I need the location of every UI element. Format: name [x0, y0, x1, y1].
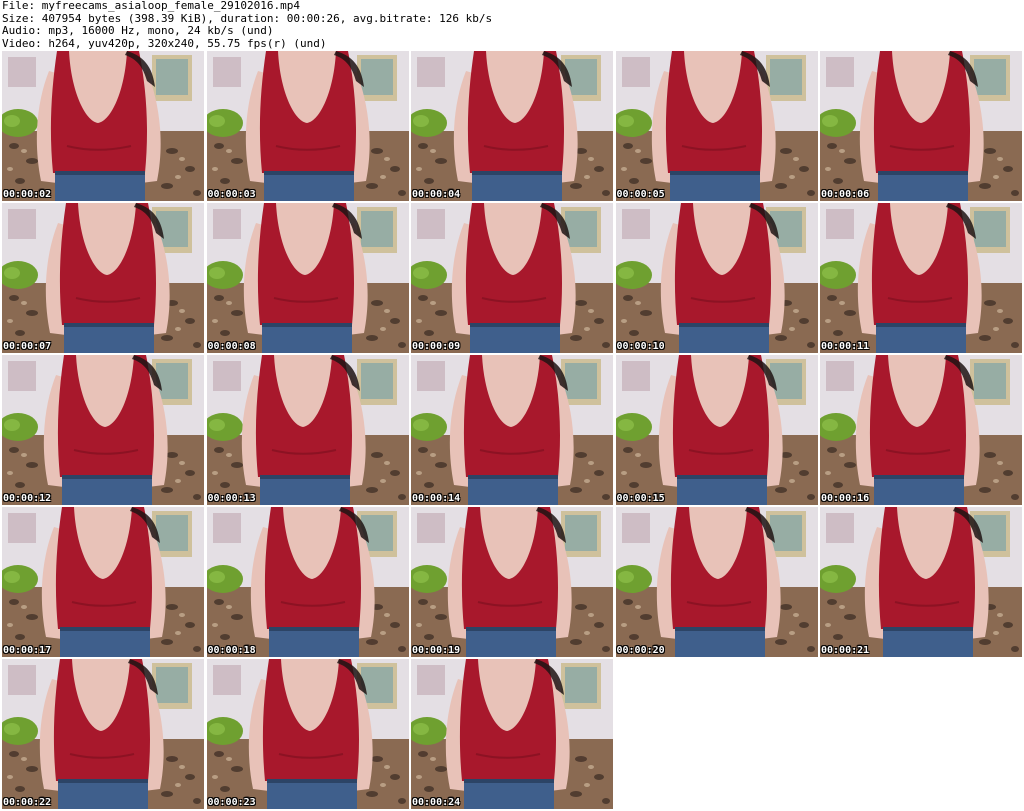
- video-frame-thumbnail: 00:00:03: [206, 51, 409, 201]
- frame-image: [615, 355, 818, 505]
- frame-timestamp: 00:00:04: [412, 189, 461, 200]
- video-frame-thumbnail: 00:00:16: [820, 355, 1022, 505]
- frame-image: [206, 355, 409, 505]
- video-frame-thumbnail: 00:00:13: [206, 355, 409, 505]
- frame-timestamp: 00:00:16: [821, 493, 870, 504]
- video-frame-thumbnail: 00:00:06: [820, 51, 1022, 201]
- frame-timestamp: 00:00:12: [3, 493, 52, 504]
- frame-image: [2, 203, 204, 353]
- frame-image: [411, 507, 613, 657]
- frame-timestamp: 00:00:05: [616, 189, 665, 200]
- frame-timestamp: 00:00:22: [3, 797, 52, 808]
- frame-timestamp: 00:00:21: [821, 645, 870, 656]
- audio-info-line: Audio: mp3, 16000 Hz, mono, 24 kb/s (und…: [2, 25, 274, 37]
- frame-timestamp: 00:00:09: [412, 341, 461, 352]
- video-frame-thumbnail: 00:00:09: [411, 203, 613, 353]
- video-frame-thumbnail: 00:00:23: [206, 659, 409, 809]
- file-info-header: File: myfreecams_asialoop_female_2910201…: [2, 0, 1020, 50]
- frame-timestamp: 00:00:13: [207, 493, 256, 504]
- video-frame-thumbnail: 00:00:19: [411, 507, 613, 657]
- frame-timestamp: 00:00:08: [207, 341, 256, 352]
- thumbnail-grid: 00:00:02 00:00:03 00:00:04 00:00:05 00:00:06…: [2, 51, 1022, 811]
- frame-image: [2, 507, 204, 657]
- frame-timestamp: 00:00:03: [207, 189, 256, 200]
- video-frame-thumbnail: 00:00:12: [2, 355, 204, 505]
- frame-image: [820, 51, 1022, 201]
- frame-image: [615, 203, 818, 353]
- frame-timestamp: 00:00:10: [616, 341, 665, 352]
- frame-image: [820, 355, 1022, 505]
- video-frame-thumbnail: 00:00:10: [615, 203, 818, 353]
- frame-timestamp: 00:00:14: [412, 493, 461, 504]
- video-frame-thumbnail: 00:00:17: [2, 507, 204, 657]
- video-frame-thumbnail: 00:00:15: [615, 355, 818, 505]
- video-info-line: Video: h264, yuv420p, 320x240, 55.75 fps…: [2, 37, 327, 50]
- video-frame-thumbnail: 00:00:04: [411, 51, 613, 201]
- frame-image: [206, 203, 409, 353]
- video-frame-thumbnail: 00:00:18: [206, 507, 409, 657]
- frame-image: [206, 659, 409, 809]
- frame-timestamp: 00:00:15: [616, 493, 665, 504]
- frame-image: [411, 659, 613, 809]
- frame-image: [615, 507, 818, 657]
- frame-timestamp: 00:00:24: [412, 797, 461, 808]
- frame-image: [206, 51, 409, 201]
- video-frame-thumbnail: 00:00:24: [411, 659, 613, 809]
- frame-image: [411, 355, 613, 505]
- frame-timestamp: 00:00:02: [3, 189, 52, 200]
- frame-timestamp: 00:00:11: [821, 341, 870, 352]
- frame-image: [2, 355, 204, 505]
- video-frame-thumbnail: 00:00:11: [820, 203, 1022, 353]
- frame-image: [411, 51, 613, 201]
- video-frame-thumbnail: 00:00:05: [615, 51, 818, 201]
- frame-timestamp: 00:00:18: [207, 645, 256, 656]
- frame-image: [2, 659, 204, 809]
- frame-image: [615, 51, 818, 201]
- file-size-line: Size: 407954 bytes (398.39 KiB), duratio…: [2, 12, 493, 25]
- frame-image: [411, 203, 613, 353]
- video-frame-thumbnail: 00:00:14: [411, 355, 613, 505]
- video-frame-thumbnail: 00:00:20: [615, 507, 818, 657]
- video-frame-thumbnail: 00:00:07: [2, 203, 204, 353]
- frame-timestamp: 00:00:20: [616, 645, 665, 656]
- video-frame-thumbnail: 00:00:02: [2, 51, 204, 201]
- video-frame-thumbnail: 00:00:08: [206, 203, 409, 353]
- frame-timestamp: 00:00:06: [821, 189, 870, 200]
- frame-image: [2, 51, 204, 201]
- frame-image: [206, 507, 409, 657]
- frame-timestamp: 00:00:07: [3, 341, 52, 352]
- frame-timestamp: 00:00:23: [207, 797, 256, 808]
- video-frame-thumbnail: 00:00:22: [2, 659, 204, 809]
- video-frame-thumbnail: 00:00:21: [820, 507, 1022, 657]
- frame-timestamp: 00:00:19: [412, 645, 461, 656]
- frame-image: [820, 203, 1022, 353]
- frame-image: [820, 507, 1022, 657]
- file-name-line: File: myfreecams_asialoop_female_2910201…: [2, 0, 301, 12]
- frame-timestamp: 00:00:17: [3, 645, 52, 656]
